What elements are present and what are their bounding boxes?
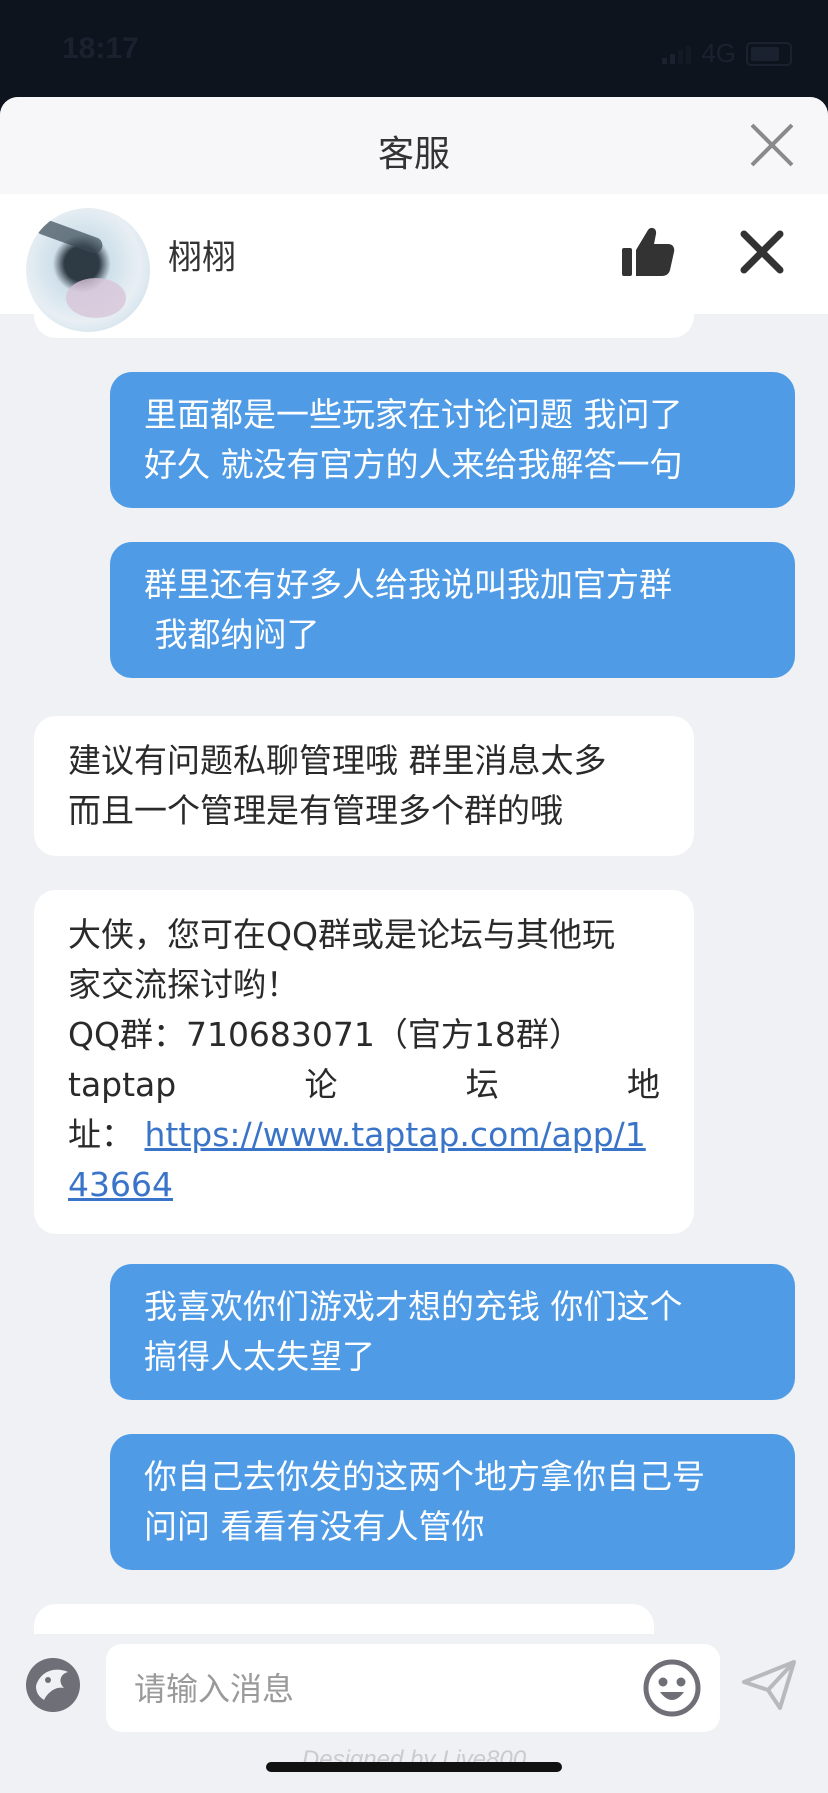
agent-message: 建议有问题私聊管理哦 群里消息太多 而且一个管理是有管理多个群的哦 [34, 716, 694, 856]
close-sheet-icon[interactable] [744, 117, 800, 173]
message-line: 大侠，您可在QQ群或是论坛与其他玩 [68, 915, 615, 954]
user-message: 你自己去你发的这两个地方拿你自己号 问问 看看有没有人管你 [110, 1434, 795, 1570]
thumbs-up-icon[interactable] [620, 224, 676, 280]
send-icon[interactable] [740, 1658, 798, 1712]
message-line: 建议有问题私聊管理哦 群里消息太多 [68, 741, 607, 780]
signal-icon [662, 44, 692, 64]
message-line: 而且一个管理是有管理多个群的哦 [68, 791, 563, 830]
user-message: 我喜欢你们游戏才想的充钱 你们这个 搞得人太失望了 [110, 1264, 795, 1400]
battery-icon [746, 41, 792, 66]
user-message: 里面都是一些玩家在讨论问题 我问了 好久 就没有官方的人来给我解答一句 [110, 372, 795, 508]
message-line: 里面都是一些玩家在讨论问题 我问了 [144, 395, 683, 434]
message-line: 我都纳闷了 [144, 615, 320, 654]
quick-reply-icon[interactable] [24, 1656, 82, 1714]
forum-link-line: 址： https://www.taptap.com/app/143664 [68, 1110, 660, 1210]
network-type: 4G [701, 38, 736, 68]
forum-line: taptap 论 坛 地 [68, 1060, 660, 1110]
agent-bar: 栩栩 [0, 194, 828, 332]
forum-word: 坛 [465, 1065, 499, 1104]
qq-group-line: QQ群：710683071（官方18群） [68, 1015, 582, 1054]
previous-agent-message [34, 314, 694, 338]
agent-message-links: 大侠，您可在QQ群或是论坛与其他玩 家交流探讨哟！ QQ群：710683071（… [34, 890, 694, 1234]
close-icon[interactable] [738, 228, 786, 276]
forum-word: taptap [68, 1065, 177, 1104]
customer-service-sheet: 客服 栩栩 里面都是一些玩家在讨论问题 我问了 好久 就没有官方的人来给我解答一… [0, 97, 828, 1793]
user-message: 群里还有好多人给我说叫我加官方群 我都纳闷了 [110, 542, 795, 678]
message-line: 好久 就没有官方的人来给我解答一句 [144, 445, 683, 484]
chat-area[interactable]: 里面都是一些玩家在讨论问题 我问了 好久 就没有官方的人来给我解答一句 群里还有… [0, 314, 828, 1634]
agent-name: 栩栩 [168, 238, 236, 278]
message-line: 群里还有好多人给我说叫我加官方群 [144, 565, 672, 604]
message-line: 问问 看看有没有人管你 [144, 1507, 485, 1546]
agent-avatar [26, 208, 150, 332]
message-line: 你自己去你发的这两个地方拿你自己号 [144, 1457, 705, 1496]
status-indicators: 4G [662, 38, 792, 69]
forum-word: 地 [626, 1065, 660, 1104]
status-time: 18:17 [62, 32, 139, 65]
next-agent-message [34, 1604, 654, 1634]
taptap-link[interactable]: https://www.taptap.com/app/143664 [68, 1115, 646, 1204]
sheet-title: 客服 [377, 134, 450, 175]
message-input[interactable] [132, 1644, 606, 1734]
emoji-icon[interactable] [642, 1658, 702, 1718]
message-input-box[interactable] [106, 1644, 720, 1734]
home-indicator[interactable] [266, 1762, 562, 1772]
message-line: 我喜欢你们游戏才想的充钱 你们这个 [144, 1287, 683, 1326]
link-prefix: 址： [68, 1115, 134, 1154]
message-line: 搞得人太失望了 [144, 1337, 375, 1376]
forum-word: 论 [304, 1065, 338, 1104]
sheet-header: 客服 [0, 97, 828, 194]
status-bar: 18:17 4G [0, 0, 828, 100]
message-line: 家交流探讨哟！ [68, 965, 299, 1004]
composer-bar: Designed by Live800 [0, 1634, 828, 1793]
